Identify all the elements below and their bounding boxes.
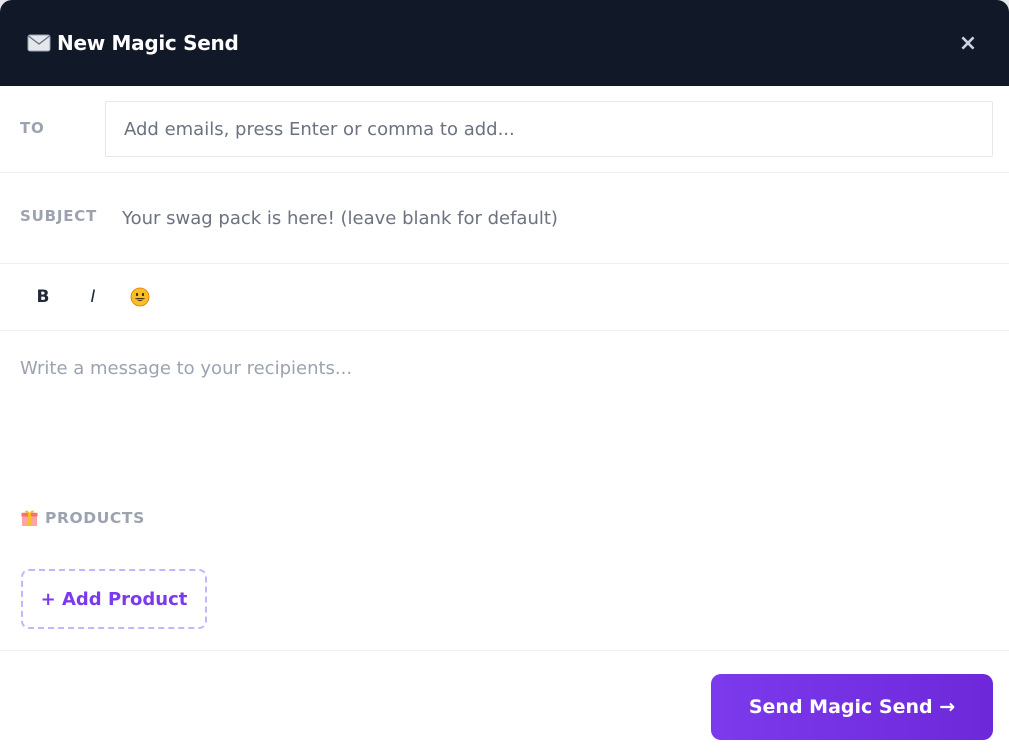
magic-send-modal: New Magic Send × TO SUBJECT B I <box>0 0 1009 754</box>
smiley-icon <box>130 287 150 307</box>
modal-title-group: New Magic Send <box>27 31 239 55</box>
bold-button[interactable]: B <box>22 279 64 315</box>
recipients-input[interactable] <box>105 101 993 157</box>
send-magic-send-button[interactable]: Send Magic Send → <box>711 673 993 740</box>
message-input[interactable] <box>20 355 989 465</box>
close-icon[interactable]: × <box>953 28 983 58</box>
to-row: TO <box>0 86 1009 173</box>
italic-button[interactable]: I <box>72 279 114 315</box>
products-label: PRODUCTS <box>45 508 145 527</box>
subject-input[interactable] <box>122 198 989 238</box>
message-area <box>0 331 1009 501</box>
modal-footer: Send Magic Send → <box>0 650 1009 754</box>
add-product-button[interactable]: + Add Product <box>21 569 207 629</box>
to-label: TO <box>20 119 45 137</box>
emoji-button[interactable] <box>119 279 161 315</box>
formatting-toolbar: B I <box>0 264 1009 331</box>
modal-title: New Magic Send <box>57 31 239 55</box>
products-heading: PRODUCTS <box>20 508 989 527</box>
products-section: PRODUCTS + Add Product <box>0 508 1009 629</box>
subject-label: SUBJECT <box>20 207 98 225</box>
gift-icon <box>21 510 38 527</box>
envelope-icon <box>27 34 51 52</box>
modal-header: New Magic Send × <box>0 0 1009 86</box>
subject-row: SUBJECT <box>0 173 1009 264</box>
